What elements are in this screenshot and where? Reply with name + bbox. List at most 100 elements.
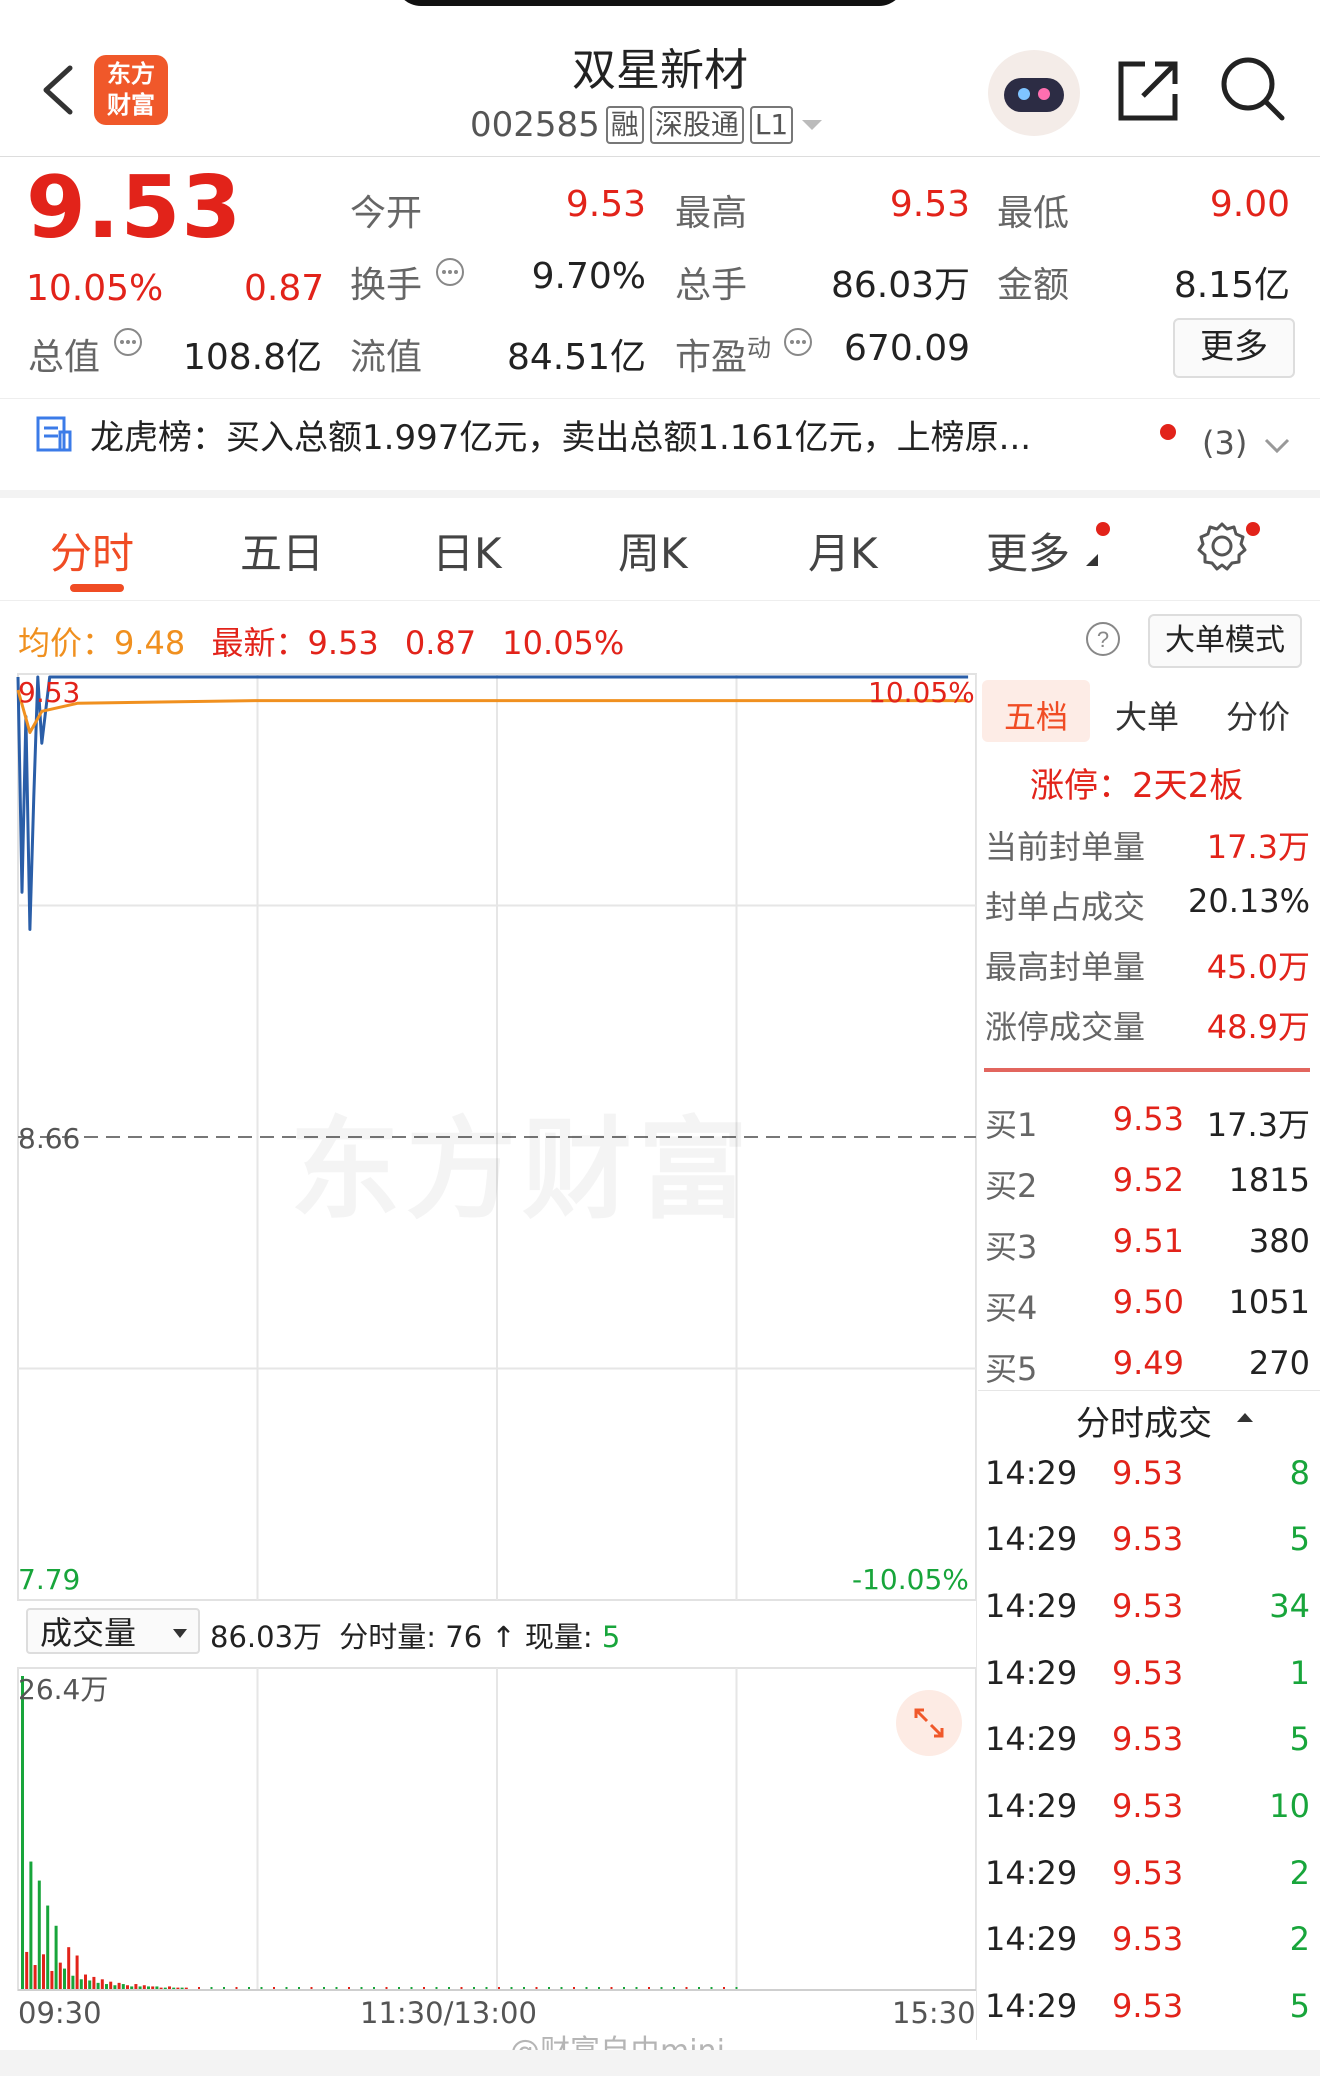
volume-bar [117,1982,121,1990]
sort-up-icon[interactable] [1236,1410,1254,1424]
bid-volume: 270 [1248,1344,1310,1382]
open-value: 9.53 [565,184,646,225]
bid-price: 9.52 [1112,1161,1184,1199]
volume-bar [685,1987,688,1990]
volume-bar [46,1905,50,1990]
tab-intraday[interactable]: 分时 [50,520,134,581]
robot-avatar-icon[interactable] [988,50,1080,136]
volume-bar [84,1974,87,1990]
tick-price: 9.53 [1112,1720,1184,1758]
tick-price: 9.53 [1112,1920,1184,1958]
stock-code-row[interactable]: 002585 融 深股通 L1 [470,105,825,145]
pe-label: 市盈动 [675,328,771,380]
volume-bar [560,1987,563,1990]
volume-bar [635,1987,638,1990]
bid-price: 9.53 [1112,1100,1184,1138]
volume-bar [423,1987,425,1990]
volume-bar [248,1987,250,1990]
gear-icon[interactable] [1196,520,1248,572]
tick-time: 14:29 [985,1787,1078,1825]
news-headline[interactable]: 龙虎榜：买入总额1.997亿元，卖出总额1.161亿元，上榜原... [90,410,1130,459]
volume-bar [54,1925,58,1990]
tab-price-dist[interactable]: 分价 [1226,692,1290,738]
tab-five-day[interactable]: 五日 [240,520,324,581]
intraday-info-row: 均价：9.48 最新：9.53 0.87 10.05% [18,618,624,664]
question-icon[interactable]: ? [1084,620,1122,658]
bid-price: 9.49 [1112,1344,1184,1382]
mktcap-label: 总值 [28,337,101,378]
tab-monthly-k[interactable]: 月K [808,520,878,581]
volume-bar [473,1987,475,1990]
volume-bar [623,1987,625,1990]
more-quote-button[interactable]: 更多 [1173,318,1295,378]
tick-volume: 2 [1289,1920,1310,1958]
volume-bar [29,1861,33,1990]
tag-margin: 融 [605,106,644,144]
turnover-label: 换手 [350,265,423,306]
volume-bar [435,1987,438,1990]
stat-value: 45.0万 [1206,948,1310,986]
tick-volume: 5 [1289,1987,1310,2025]
volume-bar [134,1984,138,1990]
volume-bar [163,1987,167,1990]
info-dots-icon[interactable] [434,256,466,288]
volume-bar [610,1987,613,1990]
chevron-down-icon[interactable] [1262,434,1292,458]
bid-label: 买1 [985,1106,1038,1144]
latest-label: 最新： [211,624,308,662]
volume-selector[interactable]: 成交量 [26,1608,200,1654]
stock-code: 002585 [470,105,600,145]
search-icon[interactable] [1218,54,1288,124]
volume-bar [260,1987,263,1990]
info-dots-icon[interactable] [112,326,144,358]
y-mid-label: 8.66 [18,1122,81,1155]
volume-bar [180,1987,184,1990]
volume-bar [33,1965,37,1990]
volume-bar [273,1987,275,1990]
volume-bar [21,1676,24,1990]
avg-label: 均价： [18,624,115,662]
tick-price: 9.53 [1112,1654,1184,1692]
tab-more[interactable]: 更多 [986,520,1070,581]
volume-bar [498,1987,500,1990]
share-icon[interactable] [1115,58,1181,124]
tick-time: 14:29 [985,1987,1078,2025]
tick-volume: 10 [1269,1787,1310,1825]
info-dots-icon[interactable] [782,326,814,358]
bottom-bar [0,2050,1320,2076]
section-divider [0,490,1320,498]
pe-sup: 动 [747,334,772,362]
tick-time: 14:29 [985,1654,1078,1692]
volume-bar [573,1987,575,1990]
ticks-title[interactable]: 分时成交 [1076,1396,1212,1445]
volume-label: 总手 [675,265,748,306]
minute-volume: 76 [445,1620,483,1654]
stat-label: 当前封单量 [985,828,1146,866]
big-order-mode-button[interactable]: 大单模式 [1148,614,1302,668]
latest-change-pct: 10.05% [502,624,625,662]
volume-bar [648,1987,650,1990]
volume-bar [535,1987,538,1990]
unread-dot [1160,424,1176,440]
volume-bar [126,1985,129,1990]
volume-bar [410,1987,413,1990]
tab-weekly-k[interactable]: 周K [618,520,688,581]
change-amount: 0.87 [244,268,325,309]
amount-value: 8.15亿 [1173,265,1290,306]
tab-big-orders[interactable]: 大单 [1115,692,1179,738]
tab-five-levels[interactable]: 五档 [1004,692,1068,738]
volume-bar [71,1975,75,1990]
expand-chart-button[interactable] [896,1690,962,1756]
status-bar-notch [395,0,905,6]
document-icon [36,416,72,452]
tick-time: 14:29 [985,1520,1078,1558]
y-top-label: 9.53 [18,676,81,709]
latest-value: 9.53 [307,624,379,662]
volume-bar [147,1986,150,1990]
volume-bar [92,1976,96,1990]
volume-bar [323,1987,325,1990]
tab-daily-k[interactable]: 日K [432,520,502,581]
volume-bar [88,1980,92,1990]
tick-volume: 8 [1289,1454,1310,1492]
limit-up-title: 涨停：2天2板 [1030,766,1244,806]
